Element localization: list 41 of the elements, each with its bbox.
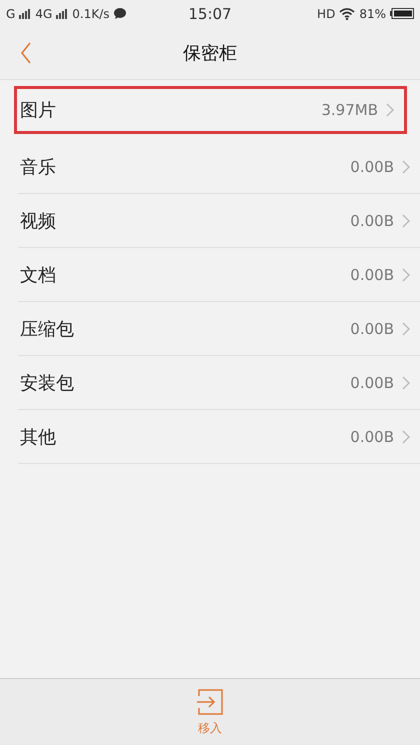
- page-title: 保密柜: [183, 42, 237, 65]
- hd-label: HD: [317, 6, 336, 20]
- chevron-icon: [402, 430, 410, 444]
- category-row[interactable]: 安装包 0.00B: [18, 356, 420, 410]
- category-label: 压缩包: [20, 318, 75, 341]
- signal-icon: [19, 8, 32, 18]
- category-row[interactable]: 音乐 0.00B: [18, 140, 420, 194]
- size-label: 0.00B: [350, 158, 394, 176]
- category-label: 安装包: [20, 372, 75, 395]
- category-label: 音乐: [20, 156, 57, 179]
- clock-time: 15:07: [188, 4, 232, 22]
- chevron-icon: [402, 322, 410, 336]
- chevron-icon: [402, 214, 410, 228]
- category-label: 其他: [20, 426, 57, 449]
- network-speed: 0.1K/s: [72, 6, 110, 20]
- chevron-icon: [402, 376, 410, 390]
- size-label: 0.00B: [350, 266, 394, 284]
- signal-icon: [56, 8, 68, 18]
- wifi-icon: [339, 8, 356, 20]
- category-row[interactable]: 压缩包 0.00B: [18, 302, 420, 356]
- back-button[interactable]: [20, 41, 32, 65]
- category-row[interactable]: 图片 3.97MB: [14, 86, 407, 134]
- size-label: 0.00B: [350, 428, 394, 446]
- category-label: 文档: [20, 264, 57, 287]
- chevron-icon: [402, 268, 410, 282]
- battery-icon: [390, 8, 414, 19]
- category-label: 视频: [20, 210, 57, 233]
- size-label: 0.00B: [350, 320, 394, 338]
- category-row[interactable]: 文档 0.00B: [18, 248, 420, 302]
- size-label: 0.00B: [350, 212, 394, 230]
- category-label: 图片: [20, 99, 57, 122]
- category-row[interactable]: 视频 0.00B: [18, 194, 420, 248]
- size-label: 0.00B: [350, 374, 394, 392]
- chat-bubble-icon: [114, 8, 126, 19]
- category-row[interactable]: 其他 0.00B: [18, 410, 420, 464]
- chevron-icon: [386, 103, 394, 117]
- carrier-label: 4G: [35, 6, 52, 20]
- chevron-icon: [402, 160, 410, 174]
- carrier-label: G: [6, 6, 16, 20]
- size-label: 3.97MB: [321, 101, 378, 119]
- battery-percent: 81%: [359, 6, 386, 20]
